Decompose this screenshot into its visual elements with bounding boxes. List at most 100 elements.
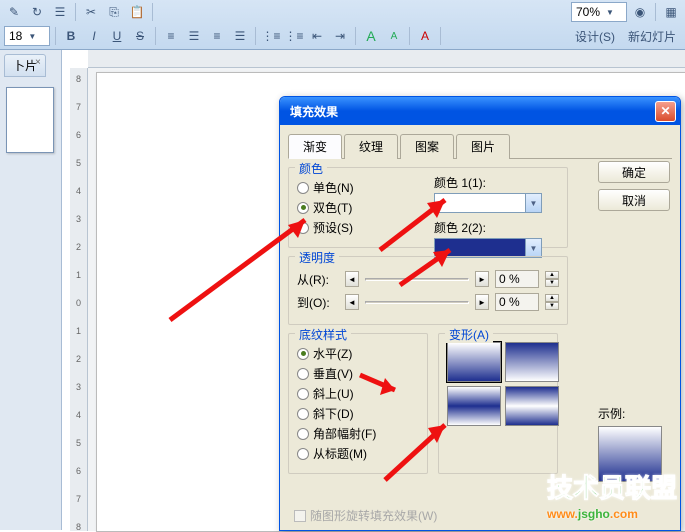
close-icon[interactable]: × <box>35 57 47 69</box>
radio-icon <box>297 222 309 234</box>
watermark-cn: 技术员联盟 <box>547 468 677 505</box>
ok-button[interactable]: 确定 <box>598 161 670 183</box>
tab-texture[interactable]: 纹理 <box>344 134 398 159</box>
toolbar: ✎ ↻ ☰ ✂ ⎘ 📋 70% ▼ ◉ ▦ 18 ▼ B I U S ≡ ☰ ≡… <box>0 0 685 50</box>
bold-button[interactable]: B <box>61 26 81 46</box>
toolbar-btn-copy[interactable]: ⎘ <box>104 2 124 22</box>
radio-vertical[interactable]: 垂直(V) <box>297 365 419 382</box>
variants-fieldset: 变形(A) <box>438 333 558 474</box>
toolbar-btn-1[interactable]: ✎ <box>4 2 24 22</box>
radio-icon <box>297 388 309 400</box>
toolbar-help-icon[interactable]: ◉ <box>630 2 650 22</box>
zoom-value: 70% <box>576 5 600 19</box>
spin-down-icon[interactable]: ▼ <box>545 279 559 287</box>
to-label: 到(O): <box>297 294 339 311</box>
align-center-button[interactable]: ☰ <box>184 26 204 46</box>
slider-left-icon[interactable]: ◄ <box>345 294 359 310</box>
slides-panel: 卜片 × <box>0 50 62 530</box>
shading-fieldset: 底纹样式 水平(Z) 垂直(V) 斜上(U) 斜下(D) 角部幅射(F) 从标题… <box>288 333 428 474</box>
from-slider[interactable] <box>365 278 469 281</box>
watermark-url: www.jsgho.com <box>547 505 677 523</box>
font-shrink-button[interactable]: A <box>384 26 404 46</box>
transparency-fieldset: 透明度 从(R): ◄ ► 0 % ▲▼ 到(O): ◄ ► 0 % ▲▼ <box>288 256 568 325</box>
checkbox-icon <box>294 510 306 522</box>
spin-down-icon[interactable]: ▼ <box>545 302 559 310</box>
panel-tab[interactable]: 卜片 × <box>4 54 46 77</box>
align-right-button[interactable]: ≡ <box>207 26 227 46</box>
color2-label: 颜色 2(2): <box>434 219 542 236</box>
underline-button[interactable]: U <box>107 26 127 46</box>
to-slider[interactable] <box>365 301 469 304</box>
color2-swatch <box>435 239 525 257</box>
slider-right-icon[interactable]: ► <box>475 294 489 310</box>
align-left-button[interactable]: ≡ <box>161 26 181 46</box>
dialog-title: 填充效果 <box>284 103 655 120</box>
color1-swatch <box>435 194 525 212</box>
variant-1[interactable] <box>447 342 501 382</box>
radio-icon <box>297 408 309 420</box>
spin-up-icon[interactable]: ▲ <box>545 294 559 302</box>
chevron-down-icon: ▼ <box>28 32 36 41</box>
radio-diag-down[interactable]: 斜下(D) <box>297 405 419 422</box>
toolbar-btn-paste[interactable]: 📋 <box>127 2 147 22</box>
radio-from-title[interactable]: 从标题(M) <box>297 445 419 462</box>
shading-legend: 底纹样式 <box>295 326 351 343</box>
toolbar-btn-2[interactable]: ☰ <box>50 2 70 22</box>
tab-picture[interactable]: 图片 <box>456 134 510 159</box>
font-size-value: 18 <box>9 29 22 43</box>
colors-legend: 颜色 <box>295 160 327 177</box>
cancel-button[interactable]: 取消 <box>598 189 670 211</box>
align-justify-button[interactable]: ☰ <box>230 26 250 46</box>
font-color-button[interactable]: A <box>415 26 435 46</box>
ruler-horizontal: /*ticks rendered below via JS*/ <box>88 50 685 68</box>
chevron-down-icon: ▼ <box>525 194 541 212</box>
ruler-vertical: 87654321012345678 <box>70 68 88 531</box>
font-grow-button[interactable]: A <box>361 26 381 46</box>
list-number-button[interactable]: ⋮≡ <box>284 26 304 46</box>
color2-picker[interactable]: ▼ <box>434 238 542 258</box>
italic-button[interactable]: I <box>84 26 104 46</box>
tab-pattern[interactable]: 图案 <box>400 134 454 159</box>
tab-gradient[interactable]: 渐变 <box>288 134 342 159</box>
radio-icon <box>297 348 309 360</box>
slide-thumbnail[interactable] <box>6 87 54 153</box>
slider-left-icon[interactable]: ◄ <box>345 271 359 287</box>
zoom-dropdown[interactable]: 70% ▼ <box>571 2 627 22</box>
indent-inc-button[interactable]: ⇥ <box>330 26 350 46</box>
radio-icon <box>297 428 309 440</box>
variant-3[interactable] <box>447 386 501 426</box>
fill-effects-dialog: 填充效果 ✕ 渐变 纹理 图案 图片 确定 取消 颜色 单色(N) 双色(T) <box>279 96 681 531</box>
transparency-legend: 透明度 <box>295 249 339 266</box>
new-slide-button[interactable]: 新幻灯片 <box>623 26 681 46</box>
slider-right-icon[interactable]: ► <box>475 271 489 287</box>
chevron-down-icon: ▼ <box>606 8 614 17</box>
dialog-tabs: 渐变 纹理 图案 图片 <box>288 133 672 159</box>
radio-icon <box>297 448 309 460</box>
variant-2[interactable] <box>505 342 559 382</box>
dialog-titlebar[interactable]: 填充效果 ✕ <box>280 97 680 125</box>
radio-icon <box>297 182 309 194</box>
to-value[interactable]: 0 % <box>495 293 539 311</box>
list-bullet-button[interactable]: ⋮≡ <box>261 26 281 46</box>
toolbar-btn-x[interactable]: ▦ <box>661 2 681 22</box>
rotate-checkbox-row[interactable]: 随图形旋转填充效果(W) <box>294 507 437 524</box>
radio-diag-up[interactable]: 斜上(U) <box>297 385 419 402</box>
color1-picker[interactable]: ▼ <box>434 193 542 213</box>
variants-legend: 变形(A) <box>445 326 493 343</box>
colors-fieldset: 颜色 单色(N) 双色(T) 预设(S) 颜色 1(1): ▼ <box>288 167 568 248</box>
radio-from-corner[interactable]: 角部幅射(F) <box>297 425 419 442</box>
design-button[interactable]: 设计(S) <box>570 26 620 46</box>
toolbar-btn-cut[interactable]: ✂ <box>81 2 101 22</box>
font-size-dropdown[interactable]: 18 ▼ <box>4 26 50 46</box>
chevron-down-icon: ▼ <box>525 239 541 257</box>
from-value[interactable]: 0 % <box>495 270 539 288</box>
close-button[interactable]: ✕ <box>655 101 676 122</box>
radio-horizontal[interactable]: 水平(Z) <box>297 345 419 362</box>
example-legend: 示例: <box>598 407 625 421</box>
indent-dec-button[interactable]: ⇤ <box>307 26 327 46</box>
variant-4[interactable] <box>505 386 559 426</box>
spin-up-icon[interactable]: ▲ <box>545 271 559 279</box>
color1-label: 颜色 1(1): <box>434 174 542 191</box>
toolbar-btn-refresh[interactable]: ↻ <box>27 2 47 22</box>
strike-button[interactable]: S <box>130 26 150 46</box>
